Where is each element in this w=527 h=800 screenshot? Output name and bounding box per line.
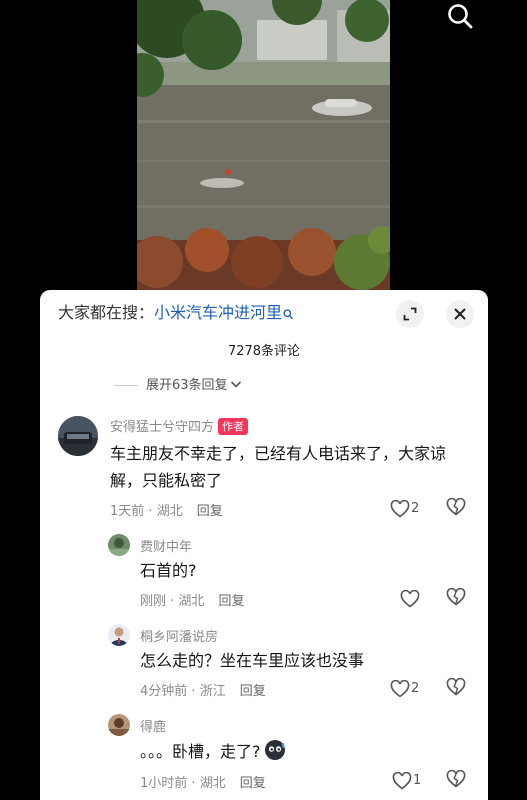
- search-icon: [448, 4, 473, 29]
- broken-heart-icon: [446, 587, 466, 606]
- expand-replies-label: 展开63条回复: [146, 378, 228, 393]
- comment-meta: 4分钟前 · 浙江 回复: [140, 684, 266, 699]
- comment-username[interactable]: 费财中年: [140, 536, 192, 555]
- chevron-down-icon: [230, 378, 242, 393]
- avatar[interactable]: [108, 534, 130, 556]
- avatar[interactable]: [108, 714, 130, 736]
- trending-search[interactable]: 大家都在搜：小米汽车冲进河里: [58, 302, 293, 326]
- heart-icon: [392, 771, 412, 790]
- comment-location: 湖北: [178, 594, 205, 609]
- reply-item: 桐乡阿潘说房 怎么走的？坐在车里应该也没事 4分钟前 · 浙江 回复 2: [40, 618, 488, 708]
- comment-meta: 刚刚 · 湖北 回复: [140, 594, 245, 609]
- comment-text: 怎么走的？坐在车里应该也没事: [140, 651, 365, 670]
- top-search-button[interactable]: [445, 2, 475, 30]
- expand-button[interactable]: [396, 300, 424, 328]
- comment-username[interactable]: 安得猛士兮守四方 作者: [110, 416, 249, 435]
- comment-text: 车主朋友不幸走了，已经有人电话来了，大家谅解，只能私密了: [110, 444, 447, 490]
- comment-location: 浙江: [199, 684, 226, 699]
- like-count: 2: [411, 501, 420, 516]
- trending-search-term[interactable]: 小米汽车冲进河里: [154, 303, 282, 322]
- reply-button[interactable]: 回复: [218, 594, 244, 609]
- comment-time: 1天前: [110, 504, 145, 519]
- dislike-button[interactable]: [446, 497, 466, 518]
- video-frame: [137, 0, 390, 300]
- like-count: 1: [413, 773, 422, 788]
- comment-meta: 1小时前 · 湖北 回复: [140, 776, 266, 791]
- like-button[interactable]: 1: [392, 770, 421, 790]
- reply-item: 得鹿 。。。卧槽，走了? 1小时前 · 湖北 回复 1: [40, 708, 488, 800]
- avatar-image: [108, 534, 130, 556]
- comment-username[interactable]: 得鹿: [140, 716, 166, 735]
- reply-button[interactable]: 回复: [240, 776, 266, 791]
- dislike-button[interactable]: [446, 587, 466, 608]
- like-button[interactable]: 2: [390, 678, 419, 698]
- like-button[interactable]: 2: [390, 498, 419, 518]
- comment-time: 4分钟前: [140, 684, 188, 699]
- broken-heart-icon: [446, 497, 466, 516]
- avatar[interactable]: [58, 416, 98, 456]
- comment-text-row: 。。。卧槽，走了?: [140, 738, 460, 769]
- comment-text: 石首的?: [140, 561, 197, 580]
- dislike-button[interactable]: [446, 769, 466, 790]
- comment-item: 安得猛士兮守四方 作者 车主朋友不幸走了，已经有人电话来了，大家谅解，只能私密了 …: [40, 408, 488, 528]
- comment-time: 刚刚: [140, 594, 167, 609]
- broken-heart-icon: [446, 769, 466, 788]
- comment-count: 7278条评论: [227, 344, 301, 359]
- comment-location: 湖北: [156, 504, 183, 519]
- avatar-image: [108, 714, 130, 736]
- dislike-button[interactable]: [446, 677, 466, 698]
- sheet-header: 大家都在搜：小米汽车冲进河里: [40, 290, 488, 336]
- comment-location: 湖北: [199, 776, 226, 791]
- reply-button[interactable]: 回复: [197, 504, 223, 519]
- avatar-image: [58, 416, 98, 456]
- divider-line: [114, 385, 138, 386]
- avatar[interactable]: [108, 624, 130, 646]
- heart-icon: [400, 589, 420, 608]
- video-player[interactable]: [137, 0, 390, 300]
- comment-sheet: 大家都在搜：小米汽车冲进河里 7278条评论 展开63条回复 安得猛士兮守四方 …: [40, 290, 488, 800]
- like-button[interactable]: [400, 588, 421, 608]
- heart-icon: [390, 679, 410, 698]
- heart-icon: [390, 499, 410, 518]
- trending-search-prefix: 大家都在搜：: [58, 303, 155, 322]
- close-button[interactable]: [446, 300, 474, 328]
- expand-replies-button[interactable]: 展开63条回复: [114, 374, 242, 393]
- reply-item: 费财中年 石首的? 刚刚 · 湖北 回复: [40, 528, 488, 618]
- expand-diagonal-icon: [403, 307, 417, 321]
- username-text: 安得猛士兮守四方: [110, 420, 215, 435]
- like-count: 2: [411, 681, 420, 696]
- sweat-emoji-icon: [264, 739, 288, 769]
- comment-username[interactable]: 桐乡阿潘说房: [140, 626, 218, 645]
- author-badge: 作者: [218, 418, 249, 435]
- reply-button[interactable]: 回复: [240, 684, 266, 699]
- small-search-icon: [283, 304, 293, 326]
- comment-time: 1小时前: [140, 776, 188, 791]
- close-icon: [454, 308, 466, 320]
- comment-text: 。。。卧槽，走了?: [140, 742, 261, 761]
- comment-meta: 1天前 · 湖北 回复: [110, 504, 223, 519]
- broken-heart-icon: [446, 677, 466, 696]
- avatar-image: [108, 624, 130, 646]
